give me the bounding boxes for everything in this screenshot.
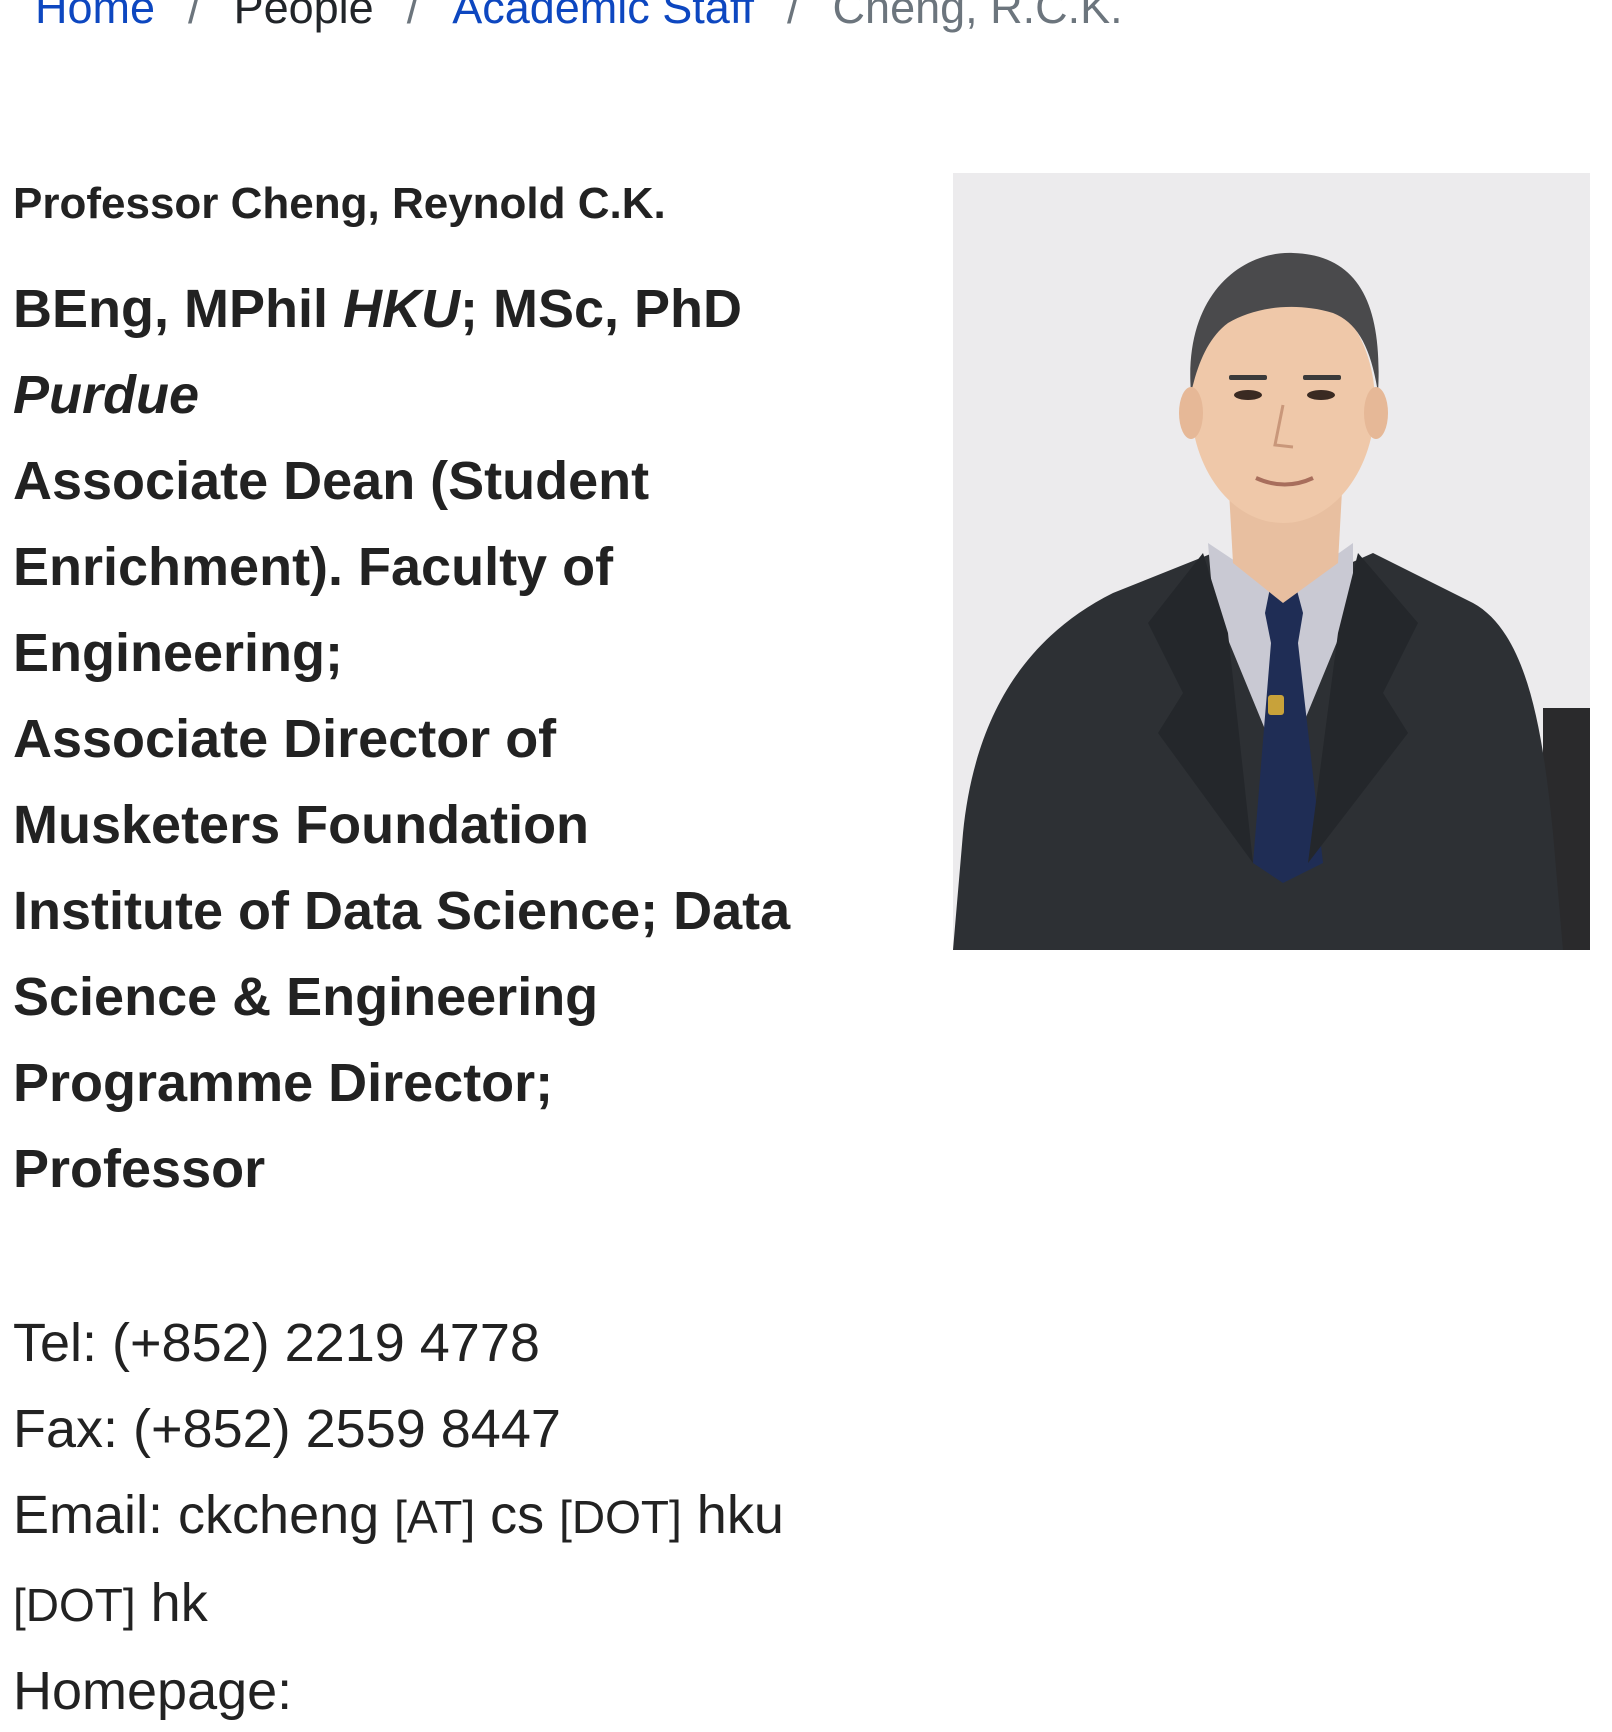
qualifications-line: Purdue — [13, 352, 843, 438]
contact-email: Email: ckcheng [AT] cs [DOT] hku — [13, 1472, 843, 1560]
contact-fax: Fax: (+852) 2559 8447 — [13, 1399, 561, 1459]
email-dot-token: [DOT] — [559, 1491, 682, 1543]
title-line: Engineering; — [13, 623, 344, 683]
title-line: Associate Dean (Student — [13, 451, 650, 511]
contact-info: Tel: (+852) 2219 4778 Fax: (+852) 2559 8… — [13, 1300, 843, 1732]
title-line: Science & Engineering — [13, 967, 599, 1027]
breadcrumb-people[interactable]: People — [234, 0, 374, 34]
title-line: Programme Director; — [13, 1053, 554, 1113]
title-line: Enrichment). Faculty of — [13, 537, 614, 597]
qualifications-text: ; MSc, PhD — [460, 279, 743, 339]
staff-name: Professor Cheng, Reynold C.K. — [13, 179, 666, 228]
qualifications-institution-purdue: Purdue — [13, 365, 200, 425]
contact-tel: Tel: (+852) 2219 4778 — [13, 1313, 540, 1373]
breadcrumb-home-link[interactable]: Home — [35, 0, 155, 34]
title-line: Musketers Foundation — [13, 795, 590, 855]
contact-homepage-label: Homepage: — [13, 1661, 293, 1721]
breadcrumb-separator: / — [406, 0, 420, 33]
email-text: cs — [475, 1485, 560, 1545]
title-line: Associate Director of — [13, 709, 557, 769]
breadcrumb-separator: / — [787, 0, 800, 33]
breadcrumb: Home / People / Academic Staff / Cheng, … — [35, 0, 1123, 34]
qualifications-text: BEng, MPhil — [13, 279, 343, 339]
breadcrumb-separator: / — [188, 0, 201, 33]
contact-email-continued: [DOT] hk — [13, 1560, 843, 1648]
qualifications-line: BEng, MPhil HKU; MSc, PhD — [13, 266, 843, 352]
breadcrumb-current: Cheng, R.C.K. — [832, 0, 1123, 33]
email-text: Email: ckcheng — [13, 1485, 395, 1545]
staff-qualifications-and-titles: BEng, MPhil HKU; MSc, PhD Purdue Associa… — [13, 266, 843, 1212]
email-at-token: [AT] — [394, 1491, 476, 1543]
email-text: hku — [681, 1485, 784, 1545]
staff-portrait-photo — [953, 173, 1590, 950]
email-dot-token: [DOT] — [13, 1579, 136, 1631]
breadcrumb-academic-staff-link[interactable]: Academic Staff — [452, 0, 754, 34]
qualifications-institution-hku: HKU — [343, 279, 460, 339]
portrait-illustration — [953, 173, 1590, 950]
email-text: hk — [135, 1573, 208, 1633]
title-line: Institute of Data Science; Data — [13, 881, 791, 941]
staff-profile-page: Home / People / Academic Staff / Cheng, … — [0, 0, 1612, 1732]
title-line: Professor — [13, 1139, 266, 1199]
